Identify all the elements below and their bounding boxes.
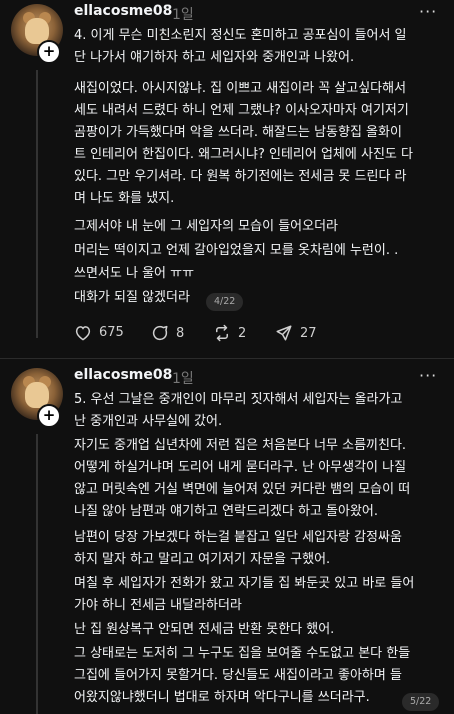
comment-count: 8	[176, 325, 185, 341]
post-text-para-4: 며칠 후 세입자가 전화가 왔고 자기들 집 봐둔곳 있고 바로 들어 가야 하…	[74, 576, 415, 613]
page-counter-badge: 4/22	[206, 293, 244, 311]
post-text-para-5: 난 집 원상복구 안되면 전세금 반환 못한다 했어.	[74, 622, 335, 637]
more-options-icon[interactable]: ···	[419, 366, 437, 385]
page-counter-badge: 5/22	[402, 693, 440, 711]
thread-line	[36, 434, 38, 714]
heart-icon	[75, 326, 91, 341]
username[interactable]: ellacosme08	[74, 367, 172, 383]
comment-icon	[152, 325, 168, 341]
post-text-para-2: 새집이었다. 아시지않냐. 집 이쁘고 새집이라 꼭 살고싶다해서 세도 내려서…	[74, 81, 413, 206]
follow-plus-icon[interactable]: +	[37, 404, 61, 428]
timestamp: 1일	[172, 371, 194, 387]
send-icon	[276, 325, 292, 341]
more-options-icon[interactable]: ···	[419, 2, 437, 21]
thread-post-4: + ellacosme08 1일 ··· 4. 이게 무슨 미친소린지 정신도 …	[0, 0, 454, 360]
username[interactable]: ellacosme08	[74, 3, 172, 19]
post-text-para-2: 자기도 중개업 십년차에 저런 집은 처음본다 너무 소름끼친다. 어떻게 하실…	[74, 438, 411, 519]
like-count: 675	[99, 325, 124, 340]
like-button[interactable]: 675	[74, 324, 124, 341]
post-divider	[0, 358, 454, 359]
share-button[interactable]: 27	[275, 324, 317, 342]
repost-button[interactable]: 2	[213, 324, 246, 342]
follow-plus-icon[interactable]: +	[37, 40, 61, 64]
thread-post-5: + ellacosme08 1일 ··· 5. 우선 그날은 중개인이 마무리 …	[0, 360, 454, 714]
post-text-para-1: 5. 우선 그날은 중개인이 마무리 짓자해서 세입자는 올라가고 난 중개인과…	[74, 392, 403, 429]
post-text-para-1: 4. 이게 무슨 미친소린지 정신도 혼미하고 공포심이 들어서 일 단 나가서…	[74, 28, 407, 65]
post-text-para-3: 남편이 당장 가보겠다 하는걸 붙잡고 일단 세입자랑 감정싸움 하지 말자 하…	[74, 530, 402, 567]
comment-button[interactable]: 8	[151, 324, 184, 342]
share-count: 27	[300, 325, 317, 341]
post-text-para-6: 그 상태로는 도저히 그 누구도 집을 보여줄 수도없고 본다 한들 그집에 들…	[74, 646, 411, 705]
timestamp: 1일	[172, 7, 194, 23]
thread-line	[36, 70, 38, 338]
repost-count: 2	[238, 325, 247, 341]
repost-icon	[216, 324, 228, 342]
